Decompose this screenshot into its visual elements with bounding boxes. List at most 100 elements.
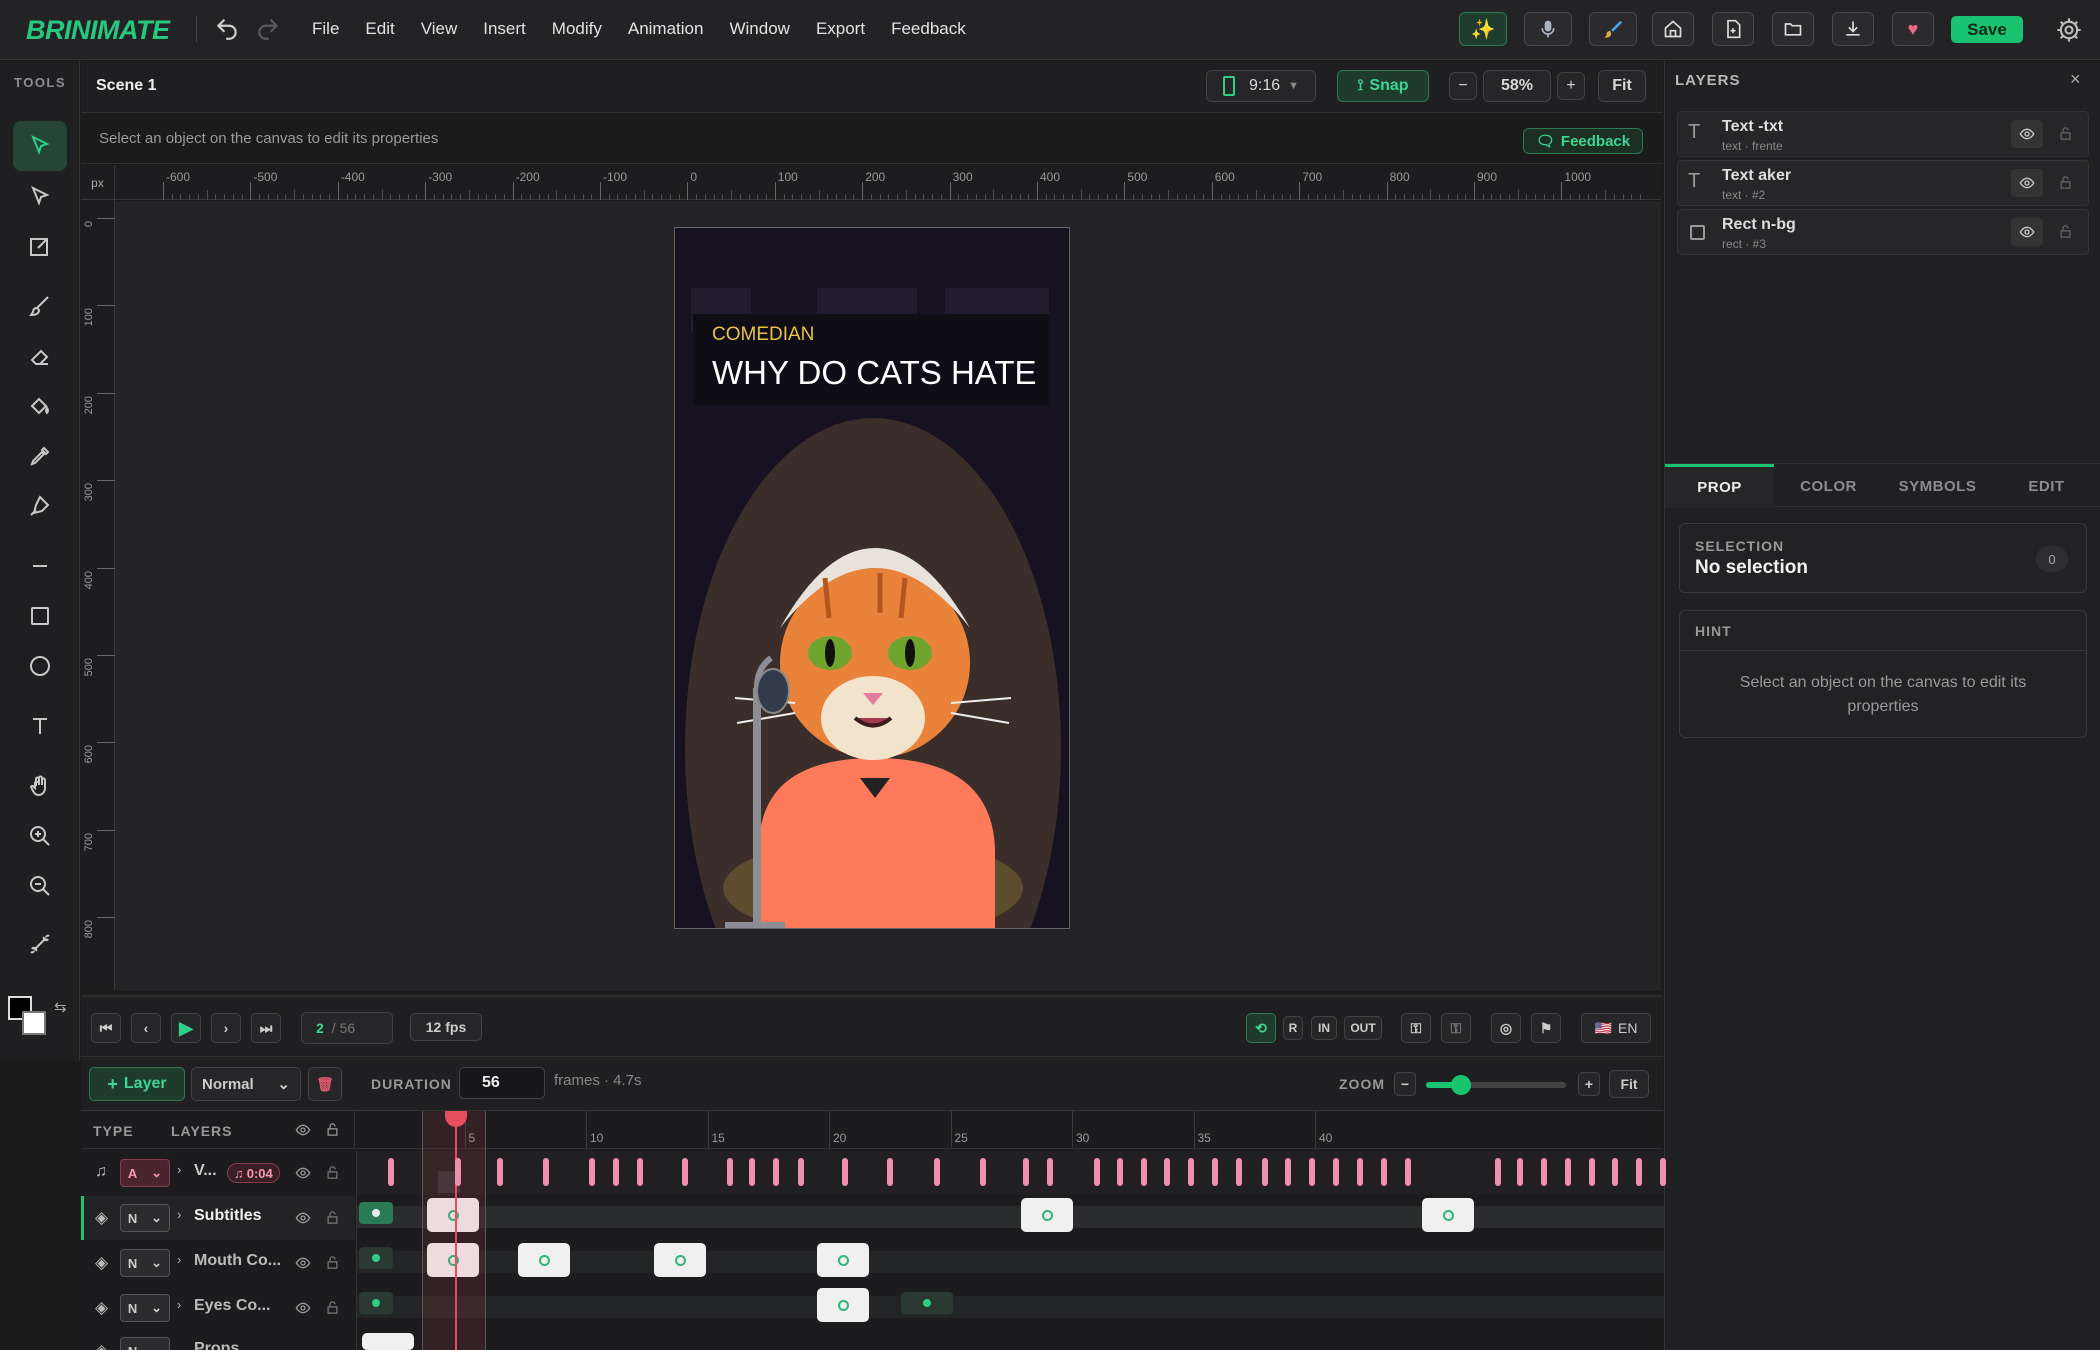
zoom-level[interactable]: 58% xyxy=(1483,70,1551,102)
settings-gear-icon[interactable] xyxy=(2055,16,2083,44)
feedback-button[interactable]: 🗨 Feedback xyxy=(1523,128,1643,154)
tab-color[interactable]: COLOR xyxy=(1774,464,1883,508)
brush-button[interactable] xyxy=(1589,12,1637,46)
rectangle-tool[interactable] xyxy=(13,591,67,641)
keyframe[interactable] xyxy=(817,1243,869,1277)
audio-keyframe-marker[interactable] xyxy=(682,1158,688,1186)
layer-mode-select[interactable]: A ⌄ xyxy=(120,1159,170,1187)
audio-keyframe-marker[interactable] xyxy=(1212,1158,1218,1186)
keyframe[interactable] xyxy=(362,1333,414,1350)
lock-icon[interactable] xyxy=(325,1255,340,1270)
save-button[interactable]: Save xyxy=(1951,16,2023,43)
delete-layer-button[interactable]: 🗑 xyxy=(308,1067,342,1101)
tab-prop[interactable]: PROP xyxy=(1665,464,1774,508)
eye-icon[interactable] xyxy=(295,1300,311,1316)
redo-icon[interactable] xyxy=(255,16,281,42)
timeline-fit-button[interactable]: Fit xyxy=(1609,1070,1649,1098)
audio-keyframe-marker[interactable] xyxy=(1094,1158,1100,1186)
loop-toggle[interactable]: ⟲ xyxy=(1246,1013,1276,1043)
audio-keyframe-marker[interactable] xyxy=(1636,1158,1642,1186)
keyframe[interactable] xyxy=(359,1292,393,1314)
ellipse-tool[interactable] xyxy=(13,641,67,691)
close-icon[interactable]: × xyxy=(2070,69,2081,90)
audio-keyframe-marker[interactable] xyxy=(1047,1158,1053,1186)
direct-select-tool[interactable] xyxy=(13,172,67,222)
keyframe[interactable] xyxy=(817,1288,869,1322)
audio-keyframe-marker[interactable] xyxy=(1236,1158,1242,1186)
menu-export[interactable]: Export xyxy=(816,19,865,39)
play-button[interactable]: ▶ xyxy=(171,1013,201,1043)
range-button[interactable]: R xyxy=(1283,1016,1303,1040)
zoom-out-button[interactable]: − xyxy=(1449,72,1477,100)
marker-button[interactable]: ⚑ xyxy=(1531,1013,1561,1043)
new-file-button[interactable] xyxy=(1712,12,1754,46)
expand-chevron-icon[interactable]: › xyxy=(177,1162,181,1177)
audio-keyframe-marker[interactable] xyxy=(1023,1158,1029,1186)
keyframe[interactable] xyxy=(518,1243,570,1277)
zoom-in-button[interactable]: + xyxy=(1557,72,1585,100)
audio-keyframe-marker[interactable] xyxy=(455,1158,461,1186)
pen-tool[interactable] xyxy=(13,481,67,531)
audio-keyframe-marker[interactable] xyxy=(887,1158,893,1186)
fill-color-swatch[interactable] xyxy=(22,1011,46,1035)
menu-modify[interactable]: Modify xyxy=(552,19,602,39)
zoom-in-tool[interactable] xyxy=(13,811,67,861)
audio-keyframe-marker[interactable] xyxy=(773,1158,779,1186)
lock-icon[interactable] xyxy=(325,1300,340,1315)
timeline-zoom-slider[interactable] xyxy=(1426,1075,1566,1095)
select-tool[interactable] xyxy=(13,121,67,171)
hand-tool[interactable] xyxy=(13,761,67,811)
audio-keyframe-marker[interactable] xyxy=(1285,1158,1291,1186)
frame-ruler[interactable]: 5 10 15 20 25 30 35 40 xyxy=(356,1111,1663,1149)
keyframe[interactable] xyxy=(359,1247,393,1269)
menu-animation[interactable]: Animation xyxy=(628,19,704,39)
fill-tool[interactable] xyxy=(13,381,67,431)
audio-keyframe-marker[interactable] xyxy=(1309,1158,1315,1186)
next-frame-button[interactable]: › xyxy=(211,1013,241,1043)
expand-chevron-icon[interactable]: › xyxy=(177,1297,181,1312)
audio-keyframe-marker[interactable] xyxy=(1381,1158,1387,1186)
audio-keyframe-marker[interactable] xyxy=(543,1158,549,1186)
eye-icon[interactable] xyxy=(2011,218,2043,246)
lock-icon[interactable] xyxy=(325,1122,340,1137)
first-frame-button[interactable]: ⏮ xyxy=(91,1013,121,1043)
line-tool[interactable] xyxy=(13,541,67,591)
audio-keyframe-marker[interactable] xyxy=(1333,1158,1339,1186)
audio-keyframe-marker[interactable] xyxy=(934,1158,940,1186)
keyframe[interactable] xyxy=(654,1243,706,1277)
last-frame-button[interactable]: ⏭ xyxy=(251,1013,281,1043)
microphone-button[interactable] xyxy=(1524,12,1572,46)
keyframe[interactable] xyxy=(1021,1198,1073,1232)
audio-keyframe-marker[interactable] xyxy=(1589,1158,1595,1186)
audio-keyframe-marker[interactable] xyxy=(1262,1158,1268,1186)
in-point-button[interactable]: IN xyxy=(1311,1016,1337,1040)
audio-keyframe-marker[interactable] xyxy=(1188,1158,1194,1186)
layer-item[interactable]: T Text -txt text · frente xyxy=(1677,111,2089,157)
eye-icon[interactable] xyxy=(295,1210,311,1226)
audio-keyframe-marker[interactable] xyxy=(1612,1158,1618,1186)
expand-chevron-icon[interactable]: › xyxy=(177,1252,181,1267)
tab-edit[interactable]: EDIT xyxy=(1992,464,2100,508)
lock-icon[interactable] xyxy=(2058,126,2073,141)
eraser-tool[interactable] xyxy=(13,331,67,381)
audio-keyframe-marker[interactable] xyxy=(589,1158,595,1186)
open-folder-button[interactable] xyxy=(1772,12,1814,46)
fps-badge[interactable]: 12 fps xyxy=(410,1013,482,1041)
timeline-layer-row[interactable]: ◈ N⌄ Props xyxy=(81,1331,355,1350)
audio-keyframe-marker[interactable] xyxy=(613,1158,619,1186)
audio-keyframe-marker[interactable] xyxy=(1495,1158,1501,1186)
transform-tool[interactable] xyxy=(13,221,67,271)
expand-chevron-icon[interactable]: › xyxy=(177,1207,181,1222)
layer-item[interactable]: T Text aker text · #2 xyxy=(1677,160,2089,206)
playhead-line[interactable] xyxy=(455,1111,457,1350)
audio-keyframe-marker[interactable] xyxy=(1164,1158,1170,1186)
eyedropper-tool[interactable] xyxy=(13,431,67,481)
audio-keyframe-marker[interactable] xyxy=(1517,1158,1523,1186)
remove-keyframe-button[interactable]: ⚿ xyxy=(1441,1013,1471,1043)
menu-view[interactable]: View xyxy=(421,19,458,39)
audio-keyframe-marker[interactable] xyxy=(1541,1158,1547,1186)
timeline-layer-row[interactable]: ◈ N ⌄ › Mouth Co... xyxy=(81,1241,355,1285)
zoom-slider-knob[interactable] xyxy=(1451,1075,1471,1095)
layer-item[interactable]: Rect n-bg rect · #3 xyxy=(1677,209,2089,255)
fit-button[interactable]: Fit xyxy=(1598,70,1646,102)
